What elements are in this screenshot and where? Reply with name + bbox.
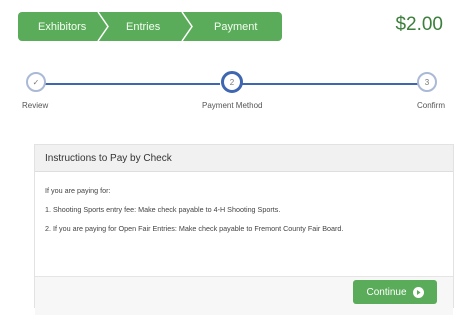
continue-label: Continue	[366, 286, 407, 298]
checkmark-icon: ✓	[32, 77, 40, 87]
instruction-line: 1. Shooting Sports entry fee: Make check…	[45, 205, 281, 214]
cart-total: $2.00	[395, 14, 443, 35]
step-review-label: Review	[22, 101, 49, 110]
breadcrumb-label: Exhibitors	[38, 20, 87, 33]
step-confirm-circle: 3	[417, 72, 437, 92]
panel-footer: Continue	[35, 276, 453, 315]
step-review-circle[interactable]: ✓	[26, 72, 46, 92]
continue-button[interactable]: Continue	[353, 280, 437, 304]
breadcrumb-exhibitors[interactable]: Exhibitors	[18, 12, 109, 41]
step-payment-method-circle: 2	[221, 71, 243, 93]
instructions-panel: Instructions to Pay by Check If you are …	[34, 144, 454, 315]
step-number: 3	[424, 77, 430, 87]
panel-body: If you are paying for: 1. Shooting Sport…	[35, 172, 453, 276]
breadcrumb-entries[interactable]: Entries	[104, 12, 193, 41]
panel-title: Instructions to Pay by Check	[35, 145, 453, 172]
breadcrumb-label: Payment	[214, 20, 258, 33]
step-progress: ✓ Review 2 Payment Method 3 Confirm	[0, 70, 461, 120]
breadcrumb-payment[interactable]: Payment	[188, 12, 282, 41]
step-number: 2	[229, 77, 235, 87]
breadcrumb-separator-icon	[181, 12, 193, 41]
arrow-right-icon	[412, 286, 424, 298]
step-payment-method-label: Payment Method	[202, 101, 263, 110]
instruction-line: 2. If you are paying for Open Fair Entri…	[45, 224, 344, 233]
step-confirm-label: Confirm	[417, 101, 446, 110]
instruction-line: If you are paying for:	[45, 186, 111, 195]
breadcrumb-label: Entries	[126, 20, 161, 33]
step-connector	[36, 83, 220, 85]
breadcrumb: Exhibitors Entries Payment	[18, 12, 282, 41]
breadcrumb-separator-icon	[97, 12, 109, 41]
step-connector	[240, 83, 427, 85]
